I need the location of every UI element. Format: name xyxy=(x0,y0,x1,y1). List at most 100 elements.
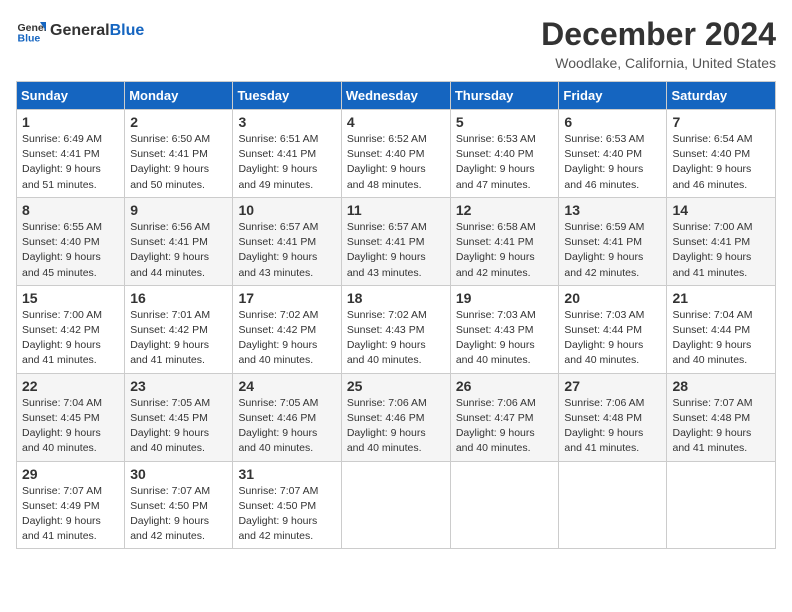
calendar-header-row: Sunday Monday Tuesday Wednesday Thursday… xyxy=(17,82,776,110)
day-number: 24 xyxy=(238,378,335,394)
calendar-day-9: 9 Sunrise: 6:56 AMSunset: 4:41 PMDayligh… xyxy=(125,197,233,285)
calendar-day-30: 30 Sunrise: 7:07 AMSunset: 4:50 PMDaylig… xyxy=(125,461,233,549)
logo-blue: Blue xyxy=(110,22,145,39)
day-number: 20 xyxy=(564,290,661,306)
empty-cell xyxy=(341,461,450,549)
svg-text:Blue: Blue xyxy=(18,33,41,45)
day-info: Sunrise: 6:52 AMSunset: 4:40 PMDaylight:… xyxy=(347,132,445,193)
day-number: 29 xyxy=(22,466,119,482)
day-info: Sunrise: 6:54 AMSunset: 4:40 PMDaylight:… xyxy=(672,132,770,193)
calendar-day-6: 6 Sunrise: 6:53 AMSunset: 4:40 PMDayligh… xyxy=(559,110,667,198)
day-number: 13 xyxy=(564,202,661,218)
day-info: Sunrise: 7:05 AMSunset: 4:45 PMDaylight:… xyxy=(130,396,227,457)
calendar-day-27: 27 Sunrise: 7:06 AMSunset: 4:48 PMDaylig… xyxy=(559,373,667,461)
day-number: 18 xyxy=(347,290,445,306)
day-info: Sunrise: 7:06 AMSunset: 4:46 PMDaylight:… xyxy=(347,396,445,457)
day-info: Sunrise: 6:53 AMSunset: 4:40 PMDaylight:… xyxy=(564,132,661,193)
logo-icon: General Blue xyxy=(16,16,46,46)
calendar-day-22: 22 Sunrise: 7:04 AMSunset: 4:45 PMDaylig… xyxy=(17,373,125,461)
col-saturday: Saturday xyxy=(667,82,776,110)
calendar-week-5: 29 Sunrise: 7:07 AMSunset: 4:49 PMDaylig… xyxy=(17,461,776,549)
day-number: 2 xyxy=(130,114,227,130)
day-info: Sunrise: 6:58 AMSunset: 4:41 PMDaylight:… xyxy=(456,220,554,281)
calendar-day-25: 25 Sunrise: 7:06 AMSunset: 4:46 PMDaylig… xyxy=(341,373,450,461)
day-number: 5 xyxy=(456,114,554,130)
day-number: 15 xyxy=(22,290,119,306)
day-number: 25 xyxy=(347,378,445,394)
calendar-title: December 2024 xyxy=(541,16,776,53)
logo: General Blue GeneralBlue xyxy=(16,16,144,46)
calendar-day-20: 20 Sunrise: 7:03 AMSunset: 4:44 PMDaylig… xyxy=(559,285,667,373)
calendar-day-15: 15 Sunrise: 7:00 AMSunset: 4:42 PMDaylig… xyxy=(17,285,125,373)
day-info: Sunrise: 7:01 AMSunset: 4:42 PMDaylight:… xyxy=(130,308,227,369)
calendar-day-11: 11 Sunrise: 6:57 AMSunset: 4:41 PMDaylig… xyxy=(341,197,450,285)
calendar-day-16: 16 Sunrise: 7:01 AMSunset: 4:42 PMDaylig… xyxy=(125,285,233,373)
calendar-day-29: 29 Sunrise: 7:07 AMSunset: 4:49 PMDaylig… xyxy=(17,461,125,549)
day-number: 28 xyxy=(672,378,770,394)
calendar-day-13: 13 Sunrise: 6:59 AMSunset: 4:41 PMDaylig… xyxy=(559,197,667,285)
calendar-week-3: 15 Sunrise: 7:00 AMSunset: 4:42 PMDaylig… xyxy=(17,285,776,373)
calendar-day-3: 3 Sunrise: 6:51 AMSunset: 4:41 PMDayligh… xyxy=(233,110,341,198)
empty-cell xyxy=(667,461,776,549)
day-info: Sunrise: 7:03 AMSunset: 4:44 PMDaylight:… xyxy=(564,308,661,369)
calendar-day-23: 23 Sunrise: 7:05 AMSunset: 4:45 PMDaylig… xyxy=(125,373,233,461)
day-info: Sunrise: 7:00 AMSunset: 4:42 PMDaylight:… xyxy=(22,308,119,369)
col-monday: Monday xyxy=(125,82,233,110)
day-info: Sunrise: 6:59 AMSunset: 4:41 PMDaylight:… xyxy=(564,220,661,281)
day-info: Sunrise: 7:04 AMSunset: 4:45 PMDaylight:… xyxy=(22,396,119,457)
calendar-day-24: 24 Sunrise: 7:05 AMSunset: 4:46 PMDaylig… xyxy=(233,373,341,461)
calendar-day-17: 17 Sunrise: 7:02 AMSunset: 4:42 PMDaylig… xyxy=(233,285,341,373)
day-info: Sunrise: 7:06 AMSunset: 4:48 PMDaylight:… xyxy=(564,396,661,457)
calendar-table: Sunday Monday Tuesday Wednesday Thursday… xyxy=(16,81,776,549)
day-info: Sunrise: 6:53 AMSunset: 4:40 PMDaylight:… xyxy=(456,132,554,193)
page-header: General Blue GeneralBlue December 2024 W… xyxy=(16,16,776,71)
col-thursday: Thursday xyxy=(450,82,559,110)
day-info: Sunrise: 7:02 AMSunset: 4:43 PMDaylight:… xyxy=(347,308,445,369)
calendar-week-1: 1 Sunrise: 6:49 AMSunset: 4:41 PMDayligh… xyxy=(17,110,776,198)
calendar-day-2: 2 Sunrise: 6:50 AMSunset: 4:41 PMDayligh… xyxy=(125,110,233,198)
day-number: 19 xyxy=(456,290,554,306)
day-number: 23 xyxy=(130,378,227,394)
calendar-day-18: 18 Sunrise: 7:02 AMSunset: 4:43 PMDaylig… xyxy=(341,285,450,373)
calendar-day-31: 31 Sunrise: 7:07 AMSunset: 4:50 PMDaylig… xyxy=(233,461,341,549)
col-sunday: Sunday xyxy=(17,82,125,110)
calendar-day-4: 4 Sunrise: 6:52 AMSunset: 4:40 PMDayligh… xyxy=(341,110,450,198)
day-info: Sunrise: 6:57 AMSunset: 4:41 PMDaylight:… xyxy=(347,220,445,281)
calendar-day-26: 26 Sunrise: 7:06 AMSunset: 4:47 PMDaylig… xyxy=(450,373,559,461)
day-info: Sunrise: 6:51 AMSunset: 4:41 PMDaylight:… xyxy=(238,132,335,193)
calendar-day-7: 7 Sunrise: 6:54 AMSunset: 4:40 PMDayligh… xyxy=(667,110,776,198)
day-number: 11 xyxy=(347,202,445,218)
day-number: 31 xyxy=(238,466,335,482)
day-info: Sunrise: 6:56 AMSunset: 4:41 PMDaylight:… xyxy=(130,220,227,281)
calendar-day-19: 19 Sunrise: 7:03 AMSunset: 4:43 PMDaylig… xyxy=(450,285,559,373)
title-section: December 2024 Woodlake, California, Unit… xyxy=(541,16,776,71)
day-number: 26 xyxy=(456,378,554,394)
day-number: 4 xyxy=(347,114,445,130)
day-info: Sunrise: 7:03 AMSunset: 4:43 PMDaylight:… xyxy=(456,308,554,369)
calendar-subtitle: Woodlake, California, United States xyxy=(541,55,776,71)
day-number: 16 xyxy=(130,290,227,306)
day-info: Sunrise: 7:07 AMSunset: 4:48 PMDaylight:… xyxy=(672,396,770,457)
day-number: 6 xyxy=(564,114,661,130)
day-number: 30 xyxy=(130,466,227,482)
empty-cell xyxy=(559,461,667,549)
col-wednesday: Wednesday xyxy=(341,82,450,110)
day-info: Sunrise: 7:07 AMSunset: 4:49 PMDaylight:… xyxy=(22,484,119,545)
day-info: Sunrise: 7:05 AMSunset: 4:46 PMDaylight:… xyxy=(238,396,335,457)
day-info: Sunrise: 7:02 AMSunset: 4:42 PMDaylight:… xyxy=(238,308,335,369)
day-info: Sunrise: 6:49 AMSunset: 4:41 PMDaylight:… xyxy=(22,132,119,193)
calendar-day-10: 10 Sunrise: 6:57 AMSunset: 4:41 PMDaylig… xyxy=(233,197,341,285)
day-info: Sunrise: 7:07 AMSunset: 4:50 PMDaylight:… xyxy=(238,484,335,545)
day-info: Sunrise: 7:07 AMSunset: 4:50 PMDaylight:… xyxy=(130,484,227,545)
day-number: 9 xyxy=(130,202,227,218)
calendar-week-4: 22 Sunrise: 7:04 AMSunset: 4:45 PMDaylig… xyxy=(17,373,776,461)
day-number: 21 xyxy=(672,290,770,306)
day-number: 27 xyxy=(564,378,661,394)
day-number: 10 xyxy=(238,202,335,218)
calendar-week-2: 8 Sunrise: 6:55 AMSunset: 4:40 PMDayligh… xyxy=(17,197,776,285)
day-info: Sunrise: 7:04 AMSunset: 4:44 PMDaylight:… xyxy=(672,308,770,369)
day-number: 8 xyxy=(22,202,119,218)
day-number: 1 xyxy=(22,114,119,130)
day-number: 7 xyxy=(672,114,770,130)
col-tuesday: Tuesday xyxy=(233,82,341,110)
